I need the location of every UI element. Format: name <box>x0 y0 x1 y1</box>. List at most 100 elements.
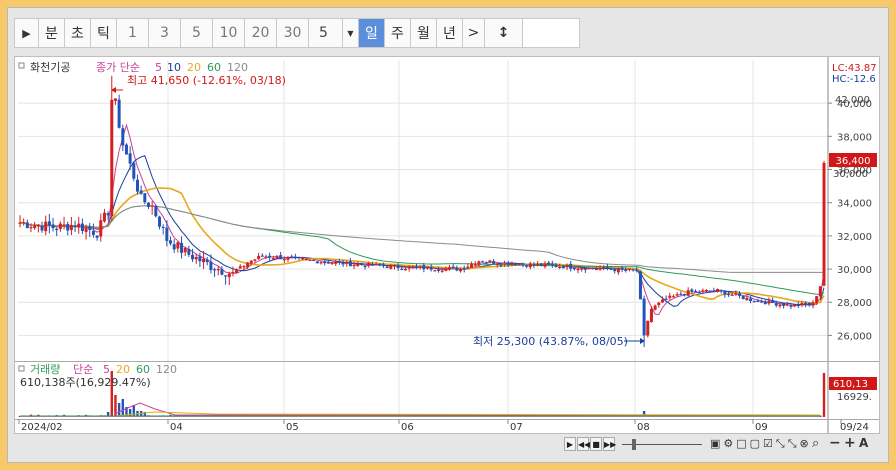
candle-body <box>187 249 191 255</box>
candle-body <box>99 220 103 237</box>
candle-body <box>341 261 345 265</box>
volume-bar <box>117 403 121 417</box>
candle-body <box>429 267 433 270</box>
candle-body <box>370 264 374 266</box>
interval-30-button[interactable]: 30 <box>276 18 308 48</box>
candle-body <box>554 264 558 267</box>
bottom-control-bar: ▶ ◀◀ ■ ▶▶ ▣⚙□▢☑⤡⤡⊗ ⌕ − + A <box>14 435 880 454</box>
candle-body <box>55 228 59 231</box>
candle-body <box>561 266 565 269</box>
interval-10-button[interactable]: 10 <box>212 18 244 48</box>
candle-body <box>627 268 631 270</box>
candle-body <box>194 256 198 260</box>
font-size-button[interactable]: A <box>859 436 868 450</box>
candle-body <box>176 242 180 249</box>
zoom-slider-handle[interactable] <box>632 439 636 450</box>
interval-5-button[interactable]: 5 <box>180 18 212 48</box>
candle-body <box>484 262 488 264</box>
more-button[interactable]: > <box>462 18 484 48</box>
stop-button[interactable]: ■ <box>590 437 602 451</box>
candle-body <box>730 294 734 296</box>
candle-body <box>550 263 554 266</box>
candle-body <box>113 98 117 101</box>
x-tick-label: 06 <box>401 422 414 433</box>
candle-body <box>25 222 29 229</box>
candle-body <box>58 223 62 229</box>
tick-button[interactable]: 틱 <box>90 18 116 48</box>
volume-value-label: 610,138주(16,929.47%) <box>20 376 151 389</box>
candle-body <box>642 298 646 336</box>
vol-ma-label-5: 5 <box>103 363 110 376</box>
candle-body <box>389 265 393 269</box>
candle-body <box>128 153 132 164</box>
x-tick-label: 07 <box>510 422 523 433</box>
minute-button[interactable]: 분 <box>38 18 64 48</box>
candle-body <box>323 261 327 264</box>
legend-box-icon[interactable] <box>18 62 25 69</box>
candle-body <box>282 258 286 261</box>
volume-title: 거래량 <box>30 363 60 376</box>
interval-1-button[interactable]: 1 <box>116 18 148 48</box>
candle-body <box>624 269 628 271</box>
ma-label-10: 10 <box>167 61 181 74</box>
play-control-button[interactable]: ▶ <box>564 437 576 451</box>
hc-label: HC:-12.6 <box>832 74 876 85</box>
candle-body <box>275 256 279 259</box>
updown-button[interactable]: ↕ <box>484 18 522 48</box>
candle-body <box>712 290 716 293</box>
candle-body <box>121 128 125 146</box>
monthly-button[interactable]: 월 <box>410 18 436 48</box>
interval-dropdown-button[interactable]: ▼ <box>342 18 358 48</box>
weekly-button[interactable]: 주 <box>384 18 410 48</box>
interval-3-button[interactable]: 3 <box>148 18 180 48</box>
zoom-out-button[interactable]: − <box>829 435 841 451</box>
play-button[interactable]: ▶ <box>14 18 38 48</box>
volume-tag-value: 610,13 <box>833 379 868 390</box>
candle-body <box>396 265 400 268</box>
search-icon[interactable]: ⌕ <box>812 436 819 451</box>
yearly-button[interactable]: 년 <box>436 18 462 48</box>
candle-body <box>727 293 731 296</box>
candle-body <box>227 273 231 278</box>
candle-body <box>587 267 591 269</box>
ma-line-60 <box>19 205 825 295</box>
candle-body <box>657 302 661 306</box>
forward-button[interactable]: ▶▶ <box>603 437 616 451</box>
rewind-button[interactable]: ◀◀ <box>577 437 590 451</box>
price-chart[interactable]: 40,00038,00036,00034,00032,00030,00028,0… <box>15 57 879 433</box>
candle-body <box>583 268 587 270</box>
chart-tools[interactable]: ▣⚙□▢☑⤡⤡⊗ <box>710 437 812 451</box>
volume-tag-pct: 16929. <box>837 392 872 403</box>
candle-body <box>158 216 162 227</box>
zoom-in-button[interactable]: + <box>844 435 856 451</box>
candle-body <box>231 271 235 274</box>
candle-body <box>66 223 70 231</box>
volume-legend-box-icon[interactable] <box>18 365 25 372</box>
candle-body <box>337 261 341 263</box>
play-icon: ▶ <box>22 26 31 40</box>
candle-body <box>760 301 764 303</box>
candle-body <box>671 296 675 298</box>
candle-body <box>106 213 110 216</box>
candle-body <box>268 255 272 258</box>
candle-body <box>290 256 294 258</box>
daily-button[interactable]: 일 <box>358 18 384 48</box>
candle-body <box>117 99 121 128</box>
candle-body <box>488 260 492 263</box>
candle-body <box>143 193 147 203</box>
candle-body <box>297 256 301 259</box>
interval-select[interactable]: 5 <box>308 18 342 48</box>
candle-body <box>363 265 367 268</box>
candle-body <box>514 264 518 266</box>
candle-body <box>782 303 786 306</box>
candle-body <box>165 227 169 241</box>
interval-20-button[interactable]: 20 <box>244 18 276 48</box>
candle-body <box>385 266 389 268</box>
code-input[interactable] <box>522 18 580 48</box>
candle-body <box>591 267 595 269</box>
candle-body <box>356 264 360 267</box>
candle-body <box>532 264 536 266</box>
candle-body <box>477 261 481 265</box>
candle-body <box>569 263 573 269</box>
second-button[interactable]: 초 <box>64 18 90 48</box>
